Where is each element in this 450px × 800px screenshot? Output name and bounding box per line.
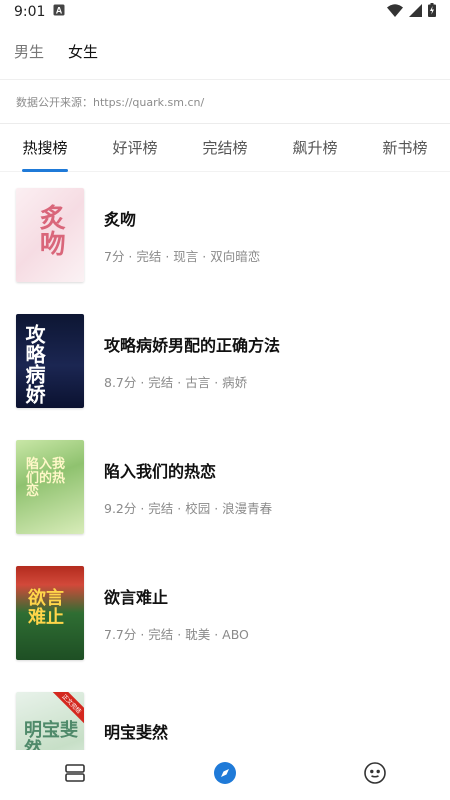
profile-face-icon xyxy=(363,761,387,789)
gender-tabs: 男生 女生 xyxy=(0,24,450,80)
book-item[interactable]: 明宝斐然 正文完结 明宝斐然 xyxy=(0,676,450,750)
status-bar: 9:01 A xyxy=(0,0,450,24)
book-item[interactable]: 欲言难止 欲言难止 7.7分 · 完结 · 耽美 · ABO xyxy=(0,550,450,676)
discover-compass-icon xyxy=(213,761,237,789)
notification-a-icon: A xyxy=(53,4,65,20)
nav-profile[interactable] xyxy=(351,751,399,799)
book-meta: 9.2分 · 完结 · 校园 · 浪漫青春 xyxy=(104,500,273,516)
book-title: 明宝斐然 xyxy=(104,723,169,742)
book-cover: 攻略病娇 xyxy=(16,314,84,408)
book-title: 炙吻 xyxy=(104,209,137,229)
wifi-icon xyxy=(387,3,403,21)
data-source-text: 数据公开来源：https://quark.sm.cn/ xyxy=(0,80,450,124)
tab-completed[interactable]: 完结榜 xyxy=(202,124,247,172)
battery-charging-icon xyxy=(428,3,436,21)
book-meta: 7.7分 · 完结 · 耽美 · ABO xyxy=(104,626,249,642)
book-meta: 8.7分 · 完结 · 古言 · 病娇 xyxy=(104,374,248,390)
tab-new-books[interactable]: 新书榜 xyxy=(382,124,427,172)
cover-title-art: 攻略病娇 xyxy=(22,324,46,404)
tab-male[interactable]: 男生 xyxy=(14,41,44,62)
book-item[interactable]: 炙吻 炙吻 7分 · 完结 · 现言 · 双向暗恋 xyxy=(0,172,450,298)
book-item[interactable]: 陷入我们的热恋 陷入我们的热恋 9.2分 · 完结 · 校园 · 浪漫青春 xyxy=(0,424,450,550)
nav-discover[interactable] xyxy=(201,751,249,799)
book-cover: 明宝斐然 正文完结 xyxy=(16,692,84,750)
svg-text:A: A xyxy=(56,6,63,16)
book-cover: 炙吻 xyxy=(16,188,84,282)
book-list: 炙吻 炙吻 7分 · 完结 · 现言 · 双向暗恋 攻略病娇 攻略病娇男配的正确… xyxy=(0,172,450,750)
tab-rising[interactable]: 飙升榜 xyxy=(292,124,337,172)
tab-top-rated[interactable]: 好评榜 xyxy=(112,124,157,172)
book-cover: 欲言难止 xyxy=(16,566,84,660)
cover-title-art: 炙吻 xyxy=(35,204,66,256)
status-time: 9:01 xyxy=(14,4,46,20)
tab-female[interactable]: 女生 xyxy=(68,41,98,62)
signal-icon xyxy=(409,3,422,21)
book-cover: 陷入我们的热恋 xyxy=(16,440,84,534)
nav-bookshelf[interactable] xyxy=(51,751,99,799)
cover-title-art: 欲言难止 xyxy=(28,588,64,628)
book-meta: 7分 · 完结 · 现言 · 双向暗恋 xyxy=(104,248,261,264)
book-item[interactable]: 攻略病娇 攻略病娇男配的正确方法 8.7分 · 完结 · 古言 · 病娇 xyxy=(0,298,450,424)
book-title: 陷入我们的热恋 xyxy=(104,461,217,481)
book-title: 攻略病娇男配的正确方法 xyxy=(104,335,281,355)
bottom-nav xyxy=(0,750,450,800)
tab-hot-search[interactable]: 热搜榜 xyxy=(22,124,68,172)
book-title: 欲言难止 xyxy=(104,587,169,607)
bookshelf-icon xyxy=(63,761,87,789)
cover-title-art: 明宝斐然 xyxy=(24,720,78,750)
cover-title-art: 陷入我们的热恋 xyxy=(26,457,66,500)
ranking-tabs: 热搜榜 好评榜 完结榜 飙升榜 新书榜 xyxy=(0,124,450,172)
